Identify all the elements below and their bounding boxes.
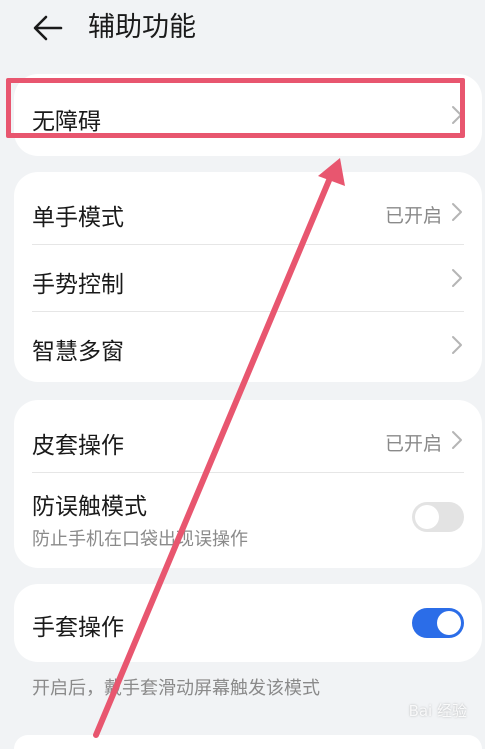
arrow-left-icon [33, 15, 63, 41]
toggle-knob [415, 505, 439, 529]
gesture-control-row[interactable]: 手势控制 [14, 245, 482, 311]
anti-mistouch-label: 防误触模式 [32, 494, 147, 520]
smart-multi-window-label: 智慧多窗 [32, 339, 124, 365]
back-button[interactable] [28, 10, 68, 46]
glove-settings-card: 手套操作 [14, 584, 482, 662]
cover-operation-label: 皮套操作 [32, 433, 124, 459]
cover-operation-row[interactable]: 皮套操作 已开启 [14, 400, 482, 472]
glove-footnote: 开启后，戴手套滑动屏幕触发该模式 [32, 678, 320, 699]
chevron-right-icon [452, 269, 462, 287]
one-hand-mode-status: 已开启 [384, 205, 442, 227]
glove-operation-row: 手套操作 [14, 584, 482, 662]
page-title: 辅助功能 [88, 12, 196, 43]
accessibility-label: 无障碍 [32, 109, 101, 135]
one-hand-mode-label: 单手模式 [32, 205, 124, 231]
one-hand-mode-row[interactable]: 单手模式 已开启 [14, 172, 482, 244]
cover-settings-card: 皮套操作 已开启 防误触模式 防止手机在口袋出现误操作 [14, 400, 482, 568]
toggle-knob [437, 611, 461, 635]
next-card [14, 735, 482, 749]
mode-settings-card: 单手模式 已开启 手势控制 智慧多窗 [14, 172, 482, 382]
app-header: 辅助功能 [0, 0, 485, 60]
accessibility-card: 无障碍 [14, 74, 482, 156]
cover-operation-status: 已开启 [384, 433, 442, 455]
chevron-right-icon [452, 106, 462, 124]
watermark: Bai 经验 [408, 702, 467, 720]
anti-mistouch-row: 防误触模式 防止手机在口袋出现误操作 [14, 473, 482, 568]
chevron-right-icon [452, 431, 462, 449]
chevron-right-icon [452, 336, 462, 354]
gesture-control-label: 手势控制 [32, 272, 124, 298]
smart-multi-window-row[interactable]: 智慧多窗 [14, 312, 482, 382]
accessibility-row[interactable]: 无障碍 [14, 74, 482, 156]
anti-mistouch-toggle[interactable] [412, 502, 464, 532]
glove-operation-toggle[interactable] [412, 608, 464, 638]
chevron-right-icon [452, 203, 462, 221]
anti-mistouch-description: 防止手机在口袋出现误操作 [32, 529, 248, 550]
glove-operation-label: 手套操作 [32, 615, 124, 641]
